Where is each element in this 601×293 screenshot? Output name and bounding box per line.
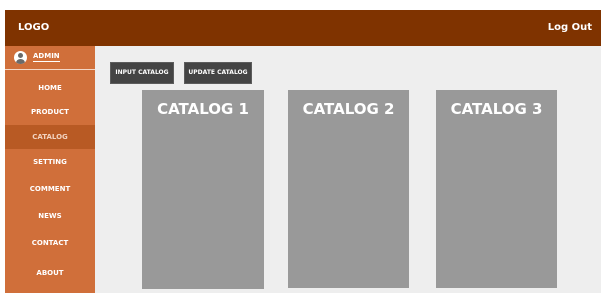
logout-link[interactable]: Log Out xyxy=(548,10,592,46)
user-avatar-icon xyxy=(14,51,27,64)
logo: LOGO xyxy=(18,22,50,33)
catalog-card-3[interactable]: CATALOG 3 xyxy=(436,90,557,288)
sidebar-item-setting[interactable]: SETTING xyxy=(5,150,95,174)
sidebar-item-about[interactable]: ABOUT xyxy=(5,261,95,285)
main-content: INPUT CATALOG UPDATE CATALOG CATALOG 1 C… xyxy=(95,46,601,293)
catalog-card-1[interactable]: CATALOG 1 xyxy=(142,90,264,289)
input-catalog-button[interactable]: INPUT CATALOG xyxy=(110,62,174,84)
sidebar-item-product[interactable]: PRODUCT xyxy=(5,100,95,124)
sidebar-item-news[interactable]: NEWS xyxy=(5,204,95,228)
sidebar-item-catalog[interactable]: CATALOG xyxy=(5,125,95,149)
catalog-card-title: CATALOG 3 xyxy=(450,100,543,118)
top-header: LOGO Log Out xyxy=(5,10,601,46)
catalog-card-2[interactable]: CATALOG 2 xyxy=(288,90,409,288)
sidebar-item-home[interactable]: HOME xyxy=(5,76,95,100)
catalog-card-title: CATALOG 1 xyxy=(157,100,249,118)
sidebar: ADMIN HOME PRODUCT CATALOG SETTING COMME… xyxy=(5,46,95,293)
admin-label: ADMIN xyxy=(33,52,60,62)
admin-profile[interactable]: ADMIN xyxy=(5,46,95,70)
sidebar-item-contact[interactable]: CONTACT xyxy=(5,231,95,255)
catalog-card-title: CATALOG 2 xyxy=(302,100,395,118)
sidebar-item-comment[interactable]: COMMENT xyxy=(5,177,95,201)
update-catalog-button[interactable]: UPDATE CATALOG xyxy=(184,62,252,84)
